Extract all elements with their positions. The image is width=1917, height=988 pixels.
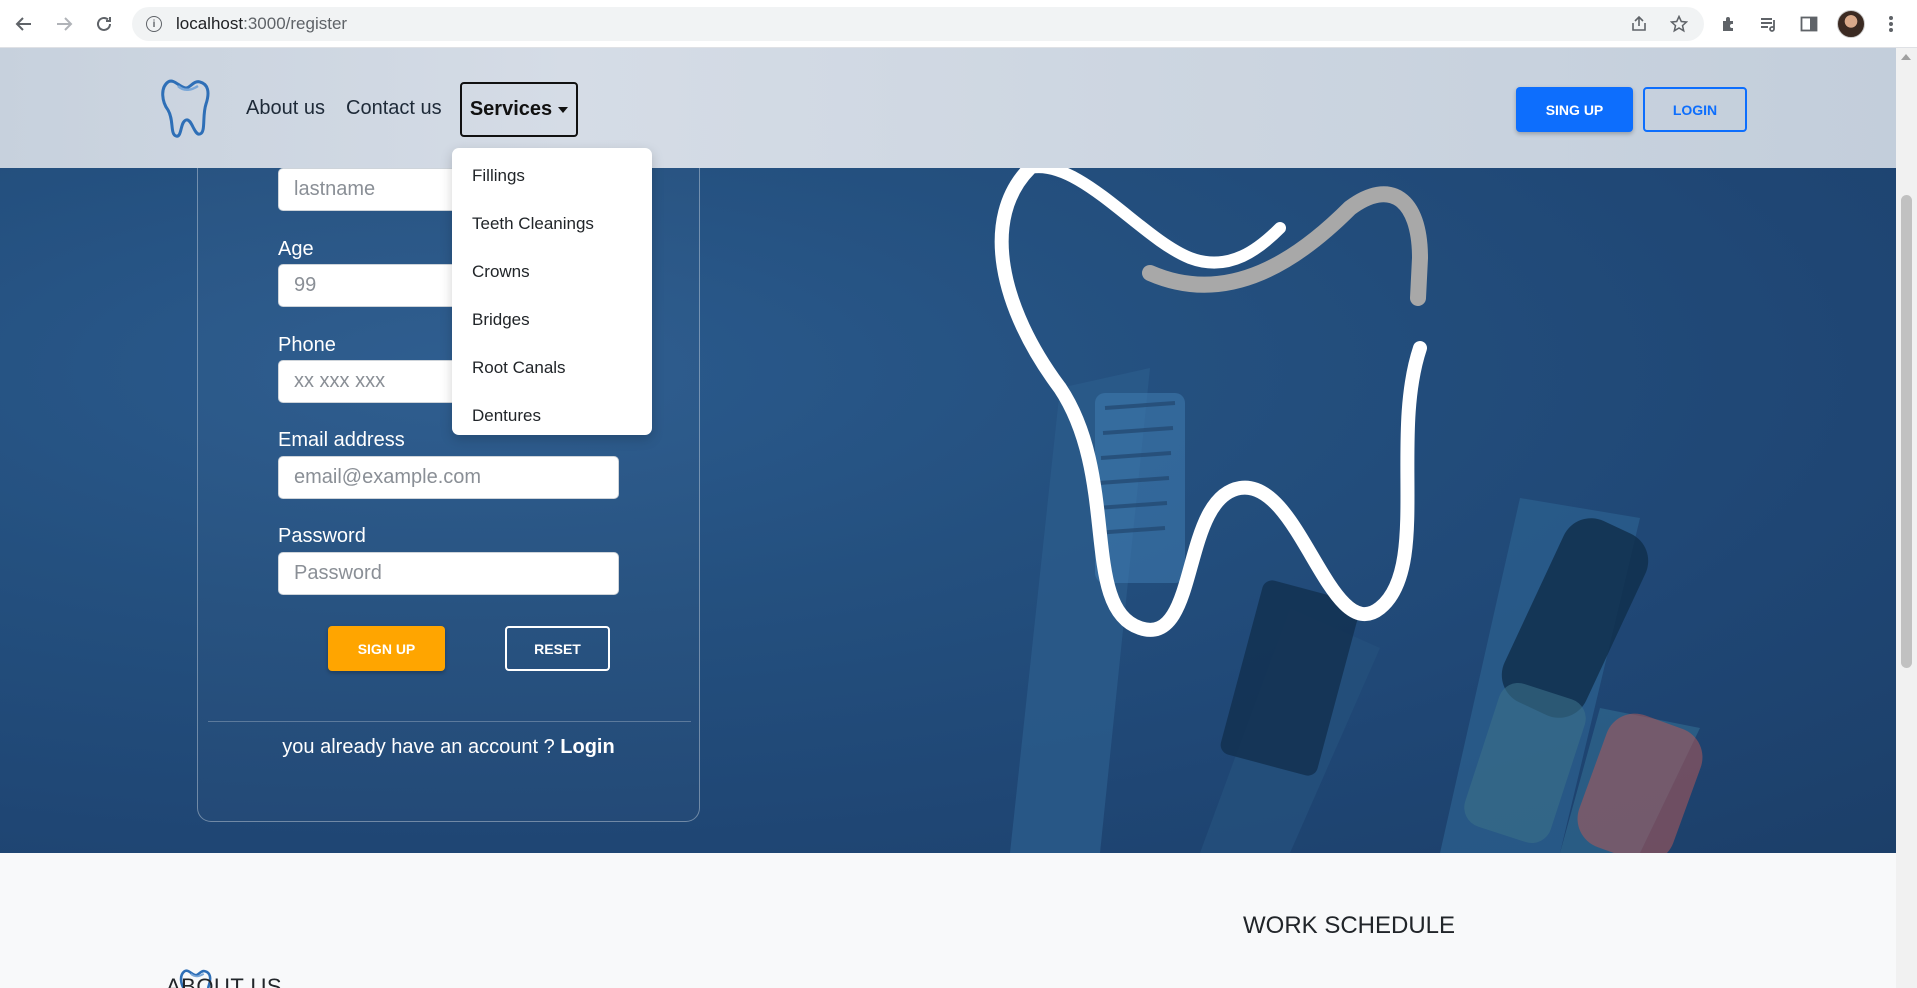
work-schedule-heading: WORK SCHEDULE <box>1243 912 1456 939</box>
share-icon[interactable] <box>1629 14 1649 34</box>
card-divider <box>208 721 691 722</box>
header-login-button[interactable]: LOGIN <box>1643 87 1747 132</box>
header-signup-button[interactable]: SING UP <box>1516 87 1633 132</box>
scroll-up-arrow-icon[interactable] <box>1901 54 1911 60</box>
services-item-crowns[interactable]: Crowns <box>452 248 652 296</box>
address-bar[interactable]: i localhost:3000/register <box>132 7 1704 41</box>
extensions-icon[interactable] <box>1718 13 1740 35</box>
form-reset-button[interactable]: RESET <box>505 626 610 671</box>
form-signup-button[interactable]: SIGN UP <box>328 626 445 671</box>
media-queue-icon[interactable] <box>1758 13 1780 35</box>
services-label: Services <box>469 98 553 120</box>
tooth-logo-icon[interactable] <box>158 78 214 138</box>
phone-placeholder: xx xxx xxx <box>294 370 386 392</box>
password-input[interactable]: Password <box>278 552 619 595</box>
nav-contact-us[interactable]: Contact us <box>346 97 442 120</box>
email-label: Email address <box>278 429 405 451</box>
lastname-placeholder: lastname <box>294 178 376 200</box>
about-us-heading: ABOUT US <box>166 974 283 988</box>
password-label: Password <box>278 525 366 547</box>
url-path: :3000/register <box>243 14 348 33</box>
bookmark-star-icon[interactable] <box>1669 14 1689 34</box>
age-label: Age <box>278 238 314 260</box>
page-viewport: lastname Age 99 Phone xx xxx xxx Email a… <box>0 48 1896 988</box>
url-text: localhost:3000/register <box>176 14 347 34</box>
services-item-fillings[interactable]: Fillings <box>452 152 652 200</box>
scrollbar-thumb[interactable] <box>1901 195 1912 668</box>
already-account-text: you already have an account ? Login <box>197 736 700 759</box>
site-info-icon[interactable]: i <box>146 16 162 32</box>
services-item-root-canals[interactable]: Root Canals <box>452 344 652 392</box>
caret-down-icon <box>558 106 569 113</box>
nav-about-us[interactable]: About us <box>246 97 325 120</box>
phone-label: Phone <box>278 334 336 356</box>
profile-avatar[interactable] <box>1837 10 1865 38</box>
reload-icon[interactable] <box>92 12 116 36</box>
browser-toolbar: i localhost:3000/register <box>0 0 1917 48</box>
forward-icon[interactable] <box>52 12 76 36</box>
services-item-dentures[interactable]: Dentures <box>452 392 652 440</box>
age-placeholder: 99 <box>294 274 317 296</box>
menu-kebab-icon[interactable] <box>1880 13 1902 35</box>
footer-section <box>0 853 1896 988</box>
site-header: About us Contact us Services SING UP LOG… <box>0 48 1896 168</box>
url-host: localhost <box>176 14 244 33</box>
side-panel-icon[interactable] <box>1798 13 1820 35</box>
services-item-bridges[interactable]: Bridges <box>452 296 652 344</box>
already-login-link[interactable]: Login <box>560 736 614 758</box>
services-dropdown-menu: Fillings Teeth Cleanings Crowns Bridges … <box>452 148 652 435</box>
already-account-prompt: you already have an account ? <box>282 736 561 758</box>
page-scrollbar[interactable] <box>1896 48 1917 988</box>
back-icon[interactable] <box>12 12 36 36</box>
email-placeholder: email@example.com <box>294 466 482 488</box>
email-input[interactable]: email@example.com <box>278 456 619 499</box>
services-item-teeth-cleanings[interactable]: Teeth Cleanings <box>452 200 652 248</box>
services-dropdown-toggle[interactable]: Services <box>460 82 578 137</box>
password-placeholder: Password <box>294 562 382 584</box>
